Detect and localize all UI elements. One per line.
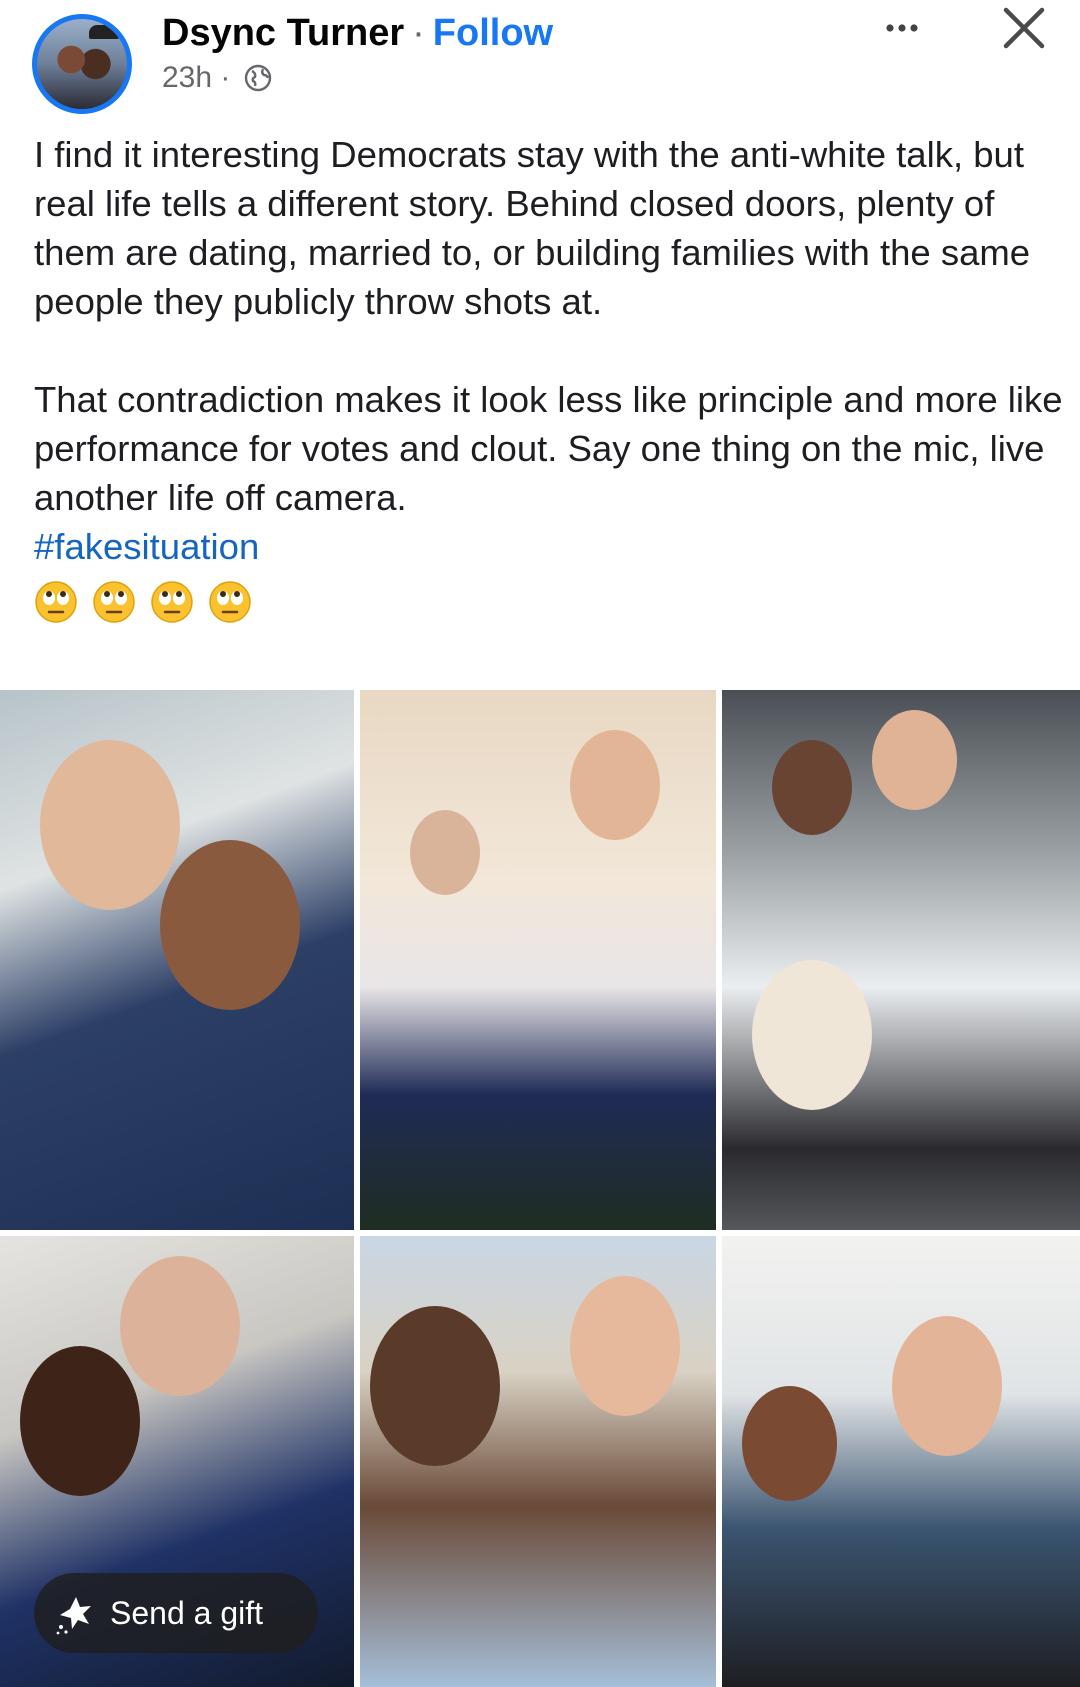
post-photo-6[interactable] xyxy=(722,1236,1080,1687)
send-gift-button[interactable]: Send a gift xyxy=(34,1573,318,1653)
post-photo-grid[interactable] xyxy=(0,690,1080,1687)
emoji-row xyxy=(34,575,1064,625)
more-options-icon[interactable] xyxy=(872,8,932,48)
face-with-rolling-eyes-icon xyxy=(151,581,193,624)
post-body: I find it interesting Democrats stay wit… xyxy=(34,130,1064,625)
face-with-rolling-eyes-icon xyxy=(35,581,77,624)
post-photo-5[interactable] xyxy=(360,1236,716,1687)
author-row: Dsync Turner · Follow xyxy=(162,10,553,56)
hashtag-link[interactable]: #fakesituation xyxy=(34,522,1064,571)
post-paragraph-1: I find it interesting Democrats stay wit… xyxy=(34,134,1031,322)
name-separator: · xyxy=(412,12,425,54)
globe-icon xyxy=(244,64,271,92)
face-with-rolling-eyes-icon xyxy=(93,581,135,624)
post-photo-1[interactable] xyxy=(0,690,354,1230)
gift-sparkle-icon xyxy=(56,1597,91,1635)
post-header: Dsync Turner · Follow 23h · xyxy=(0,0,1080,120)
face-with-rolling-eyes-icon xyxy=(209,581,251,624)
author-name[interactable]: Dsync Turner xyxy=(162,12,404,54)
post-photo-2[interactable] xyxy=(360,690,716,1230)
post-meta: 23h · xyxy=(162,58,273,98)
post-paragraph-2: That contradiction makes it look less li… xyxy=(34,379,1063,518)
follow-button[interactable]: Follow xyxy=(433,12,553,54)
post-photo-3[interactable] xyxy=(722,690,1080,1230)
close-icon[interactable] xyxy=(994,0,1054,60)
send-gift-label: Send a gift xyxy=(110,1595,263,1631)
post-timestamp[interactable]: 23h · xyxy=(162,61,230,94)
author-avatar[interactable] xyxy=(32,14,132,114)
